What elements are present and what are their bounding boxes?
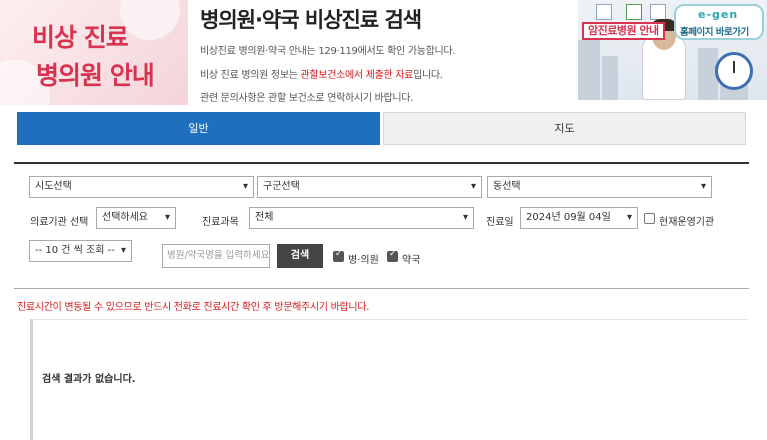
chevron-down-icon: ▾	[626, 212, 632, 223]
logo-line-2: 병의원 안내	[36, 61, 155, 90]
page-size-select[interactable]: -- 10 건 씩 조회 -- ▾	[29, 240, 132, 262]
dong-select[interactable]: 동선택 ▾	[487, 176, 712, 198]
hospital-checkbox-label: 병·의원	[348, 255, 379, 266]
sido-select[interactable]: 시도선택 ▾	[29, 176, 254, 198]
info-line-2-end: 입니다.	[413, 70, 443, 81]
cancer-hospital-link[interactable]: 암진료병원 안내	[582, 22, 665, 40]
homepage-link[interactable]: e-gen 홈페이지 바로가기	[674, 4, 764, 40]
institution-select-value: 선택하세요	[102, 212, 148, 223]
info-line-2-start: 비상 진료 병의원 정보는	[200, 70, 301, 81]
pharmacy-icon	[626, 4, 642, 20]
clock-icon	[715, 52, 753, 90]
gugun-select-value: 구군선택	[263, 181, 300, 192]
tab-map[interactable]: 지도	[383, 112, 746, 145]
info-line-2: 비상 진료 병의원 정보는 관할보건소에서 제출한 자료입니다.	[200, 66, 443, 81]
info-line-2-highlight: 관할보건소에서 제출한 자료	[300, 70, 414, 81]
emergency-care-logo: 비상 진료 병의원 안내	[0, 0, 188, 105]
institution-select[interactable]: 선택하세요 ▾	[96, 207, 176, 229]
visit-notice: 진료시간이 변동될 수 있으므로 반드시 전화로 진료시간 확인 후 방문해주시…	[17, 302, 370, 313]
chevron-down-icon: ▾	[164, 212, 170, 223]
operating-now-label: 현재운영기관	[659, 217, 715, 228]
gugun-select[interactable]: 구군선택 ▾	[257, 176, 482, 198]
date-select-value: 2024년 09월 04일	[526, 212, 611, 223]
chevron-down-icon: ▾	[120, 245, 126, 256]
chevron-down-icon: ▾	[700, 181, 706, 192]
page-title: 병의원·약국 비상진료 검색	[200, 8, 422, 32]
chevron-down-icon: ▾	[462, 212, 468, 223]
hospital-icon	[596, 4, 612, 20]
sido-select-value: 시도선택	[35, 181, 72, 192]
department-label: 진료과목	[202, 217, 239, 228]
department-select-value: 전체	[255, 212, 274, 223]
empty-result-message: 검색 결과가 없습니다.	[42, 374, 136, 385]
header: 비상 진료 병의원 안내 병의원·약국 비상진료 검색 비상진료 병의원·약국 …	[0, 0, 767, 105]
tab-general[interactable]: 일반	[17, 112, 380, 145]
date-select[interactable]: 2024년 09월 04일 ▾	[520, 207, 638, 229]
pharmacy-checkbox-label: 약국	[402, 255, 421, 266]
logo-line-1: 비상 진료	[32, 23, 129, 52]
ambulance-icon	[650, 4, 666, 20]
hospital-checkbox[interactable]	[333, 249, 344, 262]
chevron-down-icon: ▾	[470, 181, 476, 192]
info-line-1: 비상진료 병의원·약국 안내는 129·119에서도 확인 가능합니다.	[200, 46, 456, 57]
page-size-select-value: -- 10 건 씩 조회 --	[35, 245, 115, 256]
dong-select-value: 동선택	[493, 181, 521, 192]
chevron-down-icon: ▾	[242, 181, 248, 192]
institution-label: 의료기관 선택	[30, 217, 89, 228]
pharmacy-checkbox[interactable]	[387, 249, 398, 262]
search-results: 검색 결과가 없습니다.	[30, 319, 748, 440]
info-line-3: 관련 문의사항은 관할 보건소로 연락하시기 바랍니다.	[200, 93, 414, 104]
search-button[interactable]: 검색	[277, 244, 323, 268]
search-input[interactable]: 병원/약국명을 입력하세요	[162, 244, 270, 268]
department-select[interactable]: 전체 ▾	[249, 207, 474, 229]
promo-banner[interactable]: 암진료병원 안내 e-gen 홈페이지 바로가기	[578, 0, 767, 100]
homepage-link-label: 홈페이지 바로가기	[680, 27, 749, 38]
operating-now-checkbox[interactable]	[644, 213, 655, 224]
search-filter-panel: 시도선택 ▾ 구군선택 ▾ 동선택 ▾ 의료기관 선택 선택하세요 ▾ 진료과목…	[14, 162, 749, 289]
egen-logo: e-gen	[698, 8, 739, 21]
date-label: 진료일	[486, 217, 514, 228]
